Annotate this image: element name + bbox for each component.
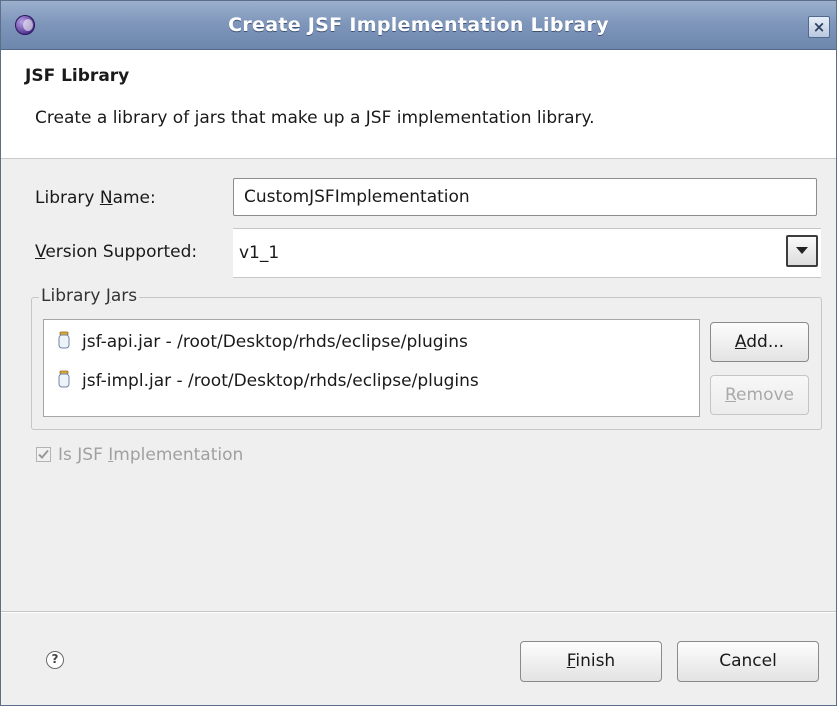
cancel-button[interactable]: Cancel	[677, 641, 819, 682]
checkbox-label: Is JSF Implementation	[58, 445, 244, 465]
banner-description: Create a library of jars that make up a …	[35, 108, 595, 128]
window-title: Create JSF Implementation Library	[228, 14, 609, 36]
jar-path: jsf-api.jar - /root/Desktop/rhds/eclipse…	[82, 332, 468, 352]
header-banner: JSF Library Create a library of jars tha…	[1, 50, 836, 159]
library-name-label: Library Name:	[35, 188, 156, 208]
dropdown-button[interactable]	[786, 235, 818, 267]
close-button[interactable]: ×	[808, 16, 830, 38]
checkbox-box[interactable]	[36, 447, 51, 462]
help-icon[interactable]: ?	[46, 651, 64, 669]
remove-button[interactable]: Remove	[710, 375, 809, 415]
jar-icon	[58, 331, 70, 349]
library-name-input[interactable]	[233, 178, 817, 216]
jar-icon	[58, 370, 70, 388]
dialog-window: Create JSF Implementation Library × JSF …	[0, 0, 837, 706]
add-button[interactable]: Add...	[710, 322, 809, 362]
finish-button[interactable]: Finish	[520, 641, 662, 682]
version-select-value: v1_1	[239, 243, 280, 263]
jar-path: jsf-impl.jar - /root/Desktop/rhds/eclips…	[82, 371, 479, 391]
footer-separator	[1, 611, 836, 613]
chevron-down-icon	[796, 247, 808, 254]
jar-list[interactable]: jsf-api.jar - /root/Desktop/rhds/eclipse…	[43, 319, 700, 417]
title-bar[interactable]: Create JSF Implementation Library ×	[1, 1, 836, 50]
checkmark-icon	[38, 449, 49, 459]
version-select[interactable]: v1_1	[233, 228, 821, 278]
version-supported-label: Version Supported:	[35, 242, 198, 262]
banner-title: JSF Library	[25, 66, 130, 86]
library-jars-label: Library Jars	[39, 286, 140, 306]
